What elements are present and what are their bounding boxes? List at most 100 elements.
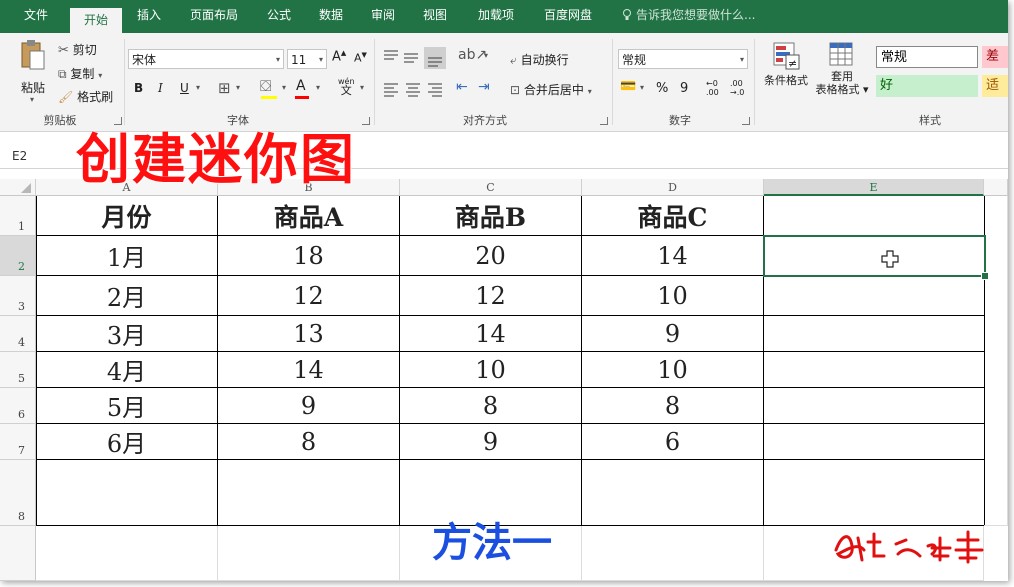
cell-a8[interactable]	[36, 460, 218, 526]
cell-b4[interactable]: 13	[218, 316, 400, 352]
cell-b9[interactable]	[218, 526, 400, 581]
phonetic-dropdown-icon[interactable]: ▾	[360, 83, 364, 92]
font-name-select[interactable]: 宋体 ▾	[128, 49, 284, 69]
tab-view[interactable]: 视图	[414, 0, 456, 33]
cell-a5[interactable]: 4月	[36, 352, 218, 388]
cell-b2[interactable]: 18	[218, 236, 400, 276]
cell-a3[interactable]: 2月	[36, 276, 218, 316]
cell-a1[interactable]: 月份	[36, 196, 218, 236]
tab-data[interactable]: 数据	[310, 0, 352, 33]
cell-c6[interactable]: 8	[400, 388, 582, 424]
column-header-d[interactable]: D	[582, 179, 764, 196]
comma-style-button[interactable]: 9	[680, 81, 688, 96]
number-launcher[interactable]	[742, 117, 750, 125]
cut-button[interactable]: ✂ 剪切	[58, 41, 97, 58]
fill-dropdown-icon[interactable]: ▾	[282, 83, 286, 92]
cell-c5[interactable]: 10	[400, 352, 582, 388]
cell-e5[interactable]	[764, 352, 985, 388]
row-header-6[interactable]: 6	[0, 388, 36, 424]
active-cell-selection[interactable]	[763, 235, 986, 277]
copy-button[interactable]: ⧉ 复制 ▾	[58, 65, 102, 82]
format-as-table-button[interactable]: 套用 表格格式 ▾	[812, 41, 872, 105]
column-header-c[interactable]: C	[400, 179, 582, 196]
cell-d6[interactable]: 8	[582, 388, 764, 424]
style-bad[interactable]: 差	[982, 46, 1008, 68]
font-launcher[interactable]	[362, 117, 370, 125]
borders-icon[interactable]: ⊞	[218, 79, 231, 97]
underline-button[interactable]: U	[180, 81, 189, 95]
cell-b7[interactable]: 8	[218, 424, 400, 460]
cell-d3[interactable]: 10	[582, 276, 764, 316]
cell-d4[interactable]: 9	[582, 316, 764, 352]
tab-insert[interactable]: 插入	[128, 0, 170, 33]
cell-c3[interactable]: 12	[400, 276, 582, 316]
cell-b8[interactable]	[218, 460, 400, 526]
fill-handle[interactable]	[981, 272, 989, 280]
cell-d9[interactable]	[582, 526, 764, 581]
column-header-next[interactable]	[984, 179, 1008, 196]
format-painter-button[interactable]: 🖌 格式刷	[58, 88, 113, 105]
tab-review[interactable]: 审阅	[362, 0, 404, 33]
increase-decimal-icon[interactable]: ←0.00	[706, 79, 719, 97]
accounting-dropdown-icon[interactable]: ▾	[640, 83, 644, 92]
orientation-dropdown-icon[interactable]: ▾	[484, 51, 488, 60]
percent-button[interactable]: %	[656, 81, 668, 96]
font-size-select[interactable]: 11 ▾	[287, 49, 327, 69]
font-color-icon[interactable]: A	[296, 78, 306, 94]
tab-baidu-netdisk[interactable]: 百度网盘	[536, 0, 600, 33]
cell-d2[interactable]: 14	[582, 236, 764, 276]
cell-d1[interactable]: 商品C	[582, 196, 764, 236]
font-color-dropdown-icon[interactable]: ▾	[316, 83, 320, 92]
accounting-format-icon[interactable]: 💳	[620, 79, 636, 94]
cell-a7[interactable]: 6月	[36, 424, 218, 460]
row-header-9[interactable]	[0, 526, 36, 581]
increase-indent-icon[interactable]: ⇥	[478, 79, 490, 95]
cell-a6[interactable]: 5月	[36, 388, 218, 424]
phonetic-button[interactable]: wén 文	[338, 77, 355, 96]
decrease-indent-icon[interactable]: ⇤	[456, 79, 468, 95]
cell-d5[interactable]: 10	[582, 352, 764, 388]
fill-color-icon[interactable]: ⛋	[260, 77, 271, 95]
borders-dropdown-icon[interactable]: ▾	[236, 83, 240, 92]
merge-center-button[interactable]: ⊡ 合并后居中 ▾	[510, 81, 592, 98]
cell-e4[interactable]	[764, 316, 985, 352]
row-header-7[interactable]: 7	[0, 424, 36, 460]
cell-c2[interactable]: 20	[400, 236, 582, 276]
cell-f-column[interactable]	[984, 196, 1008, 526]
tab-addins[interactable]: 加载项	[470, 0, 522, 33]
alignment-launcher[interactable]	[600, 117, 608, 125]
cell-e1[interactable]	[764, 196, 985, 236]
row-header-4[interactable]: 4	[0, 316, 36, 352]
orientation-icon[interactable]: ab↗	[458, 47, 487, 63]
cell-a9[interactable]	[36, 526, 218, 581]
cell-e7[interactable]	[764, 424, 985, 460]
row-header-8[interactable]: 8	[0, 460, 36, 526]
row-header-3[interactable]: 3	[0, 276, 36, 316]
style-neutral[interactable]: 适	[982, 75, 1008, 97]
vertical-align-icons[interactable]	[382, 47, 446, 69]
tab-home[interactable]: 开始	[70, 8, 122, 33]
horizontal-align-icons[interactable]	[384, 81, 448, 99]
style-normal[interactable]: 常规	[876, 46, 978, 68]
row-header-1[interactable]: 1	[0, 196, 36, 236]
number-format-select[interactable]: 常规 ▾	[618, 49, 748, 69]
cell-c1[interactable]: 商品B	[400, 196, 582, 236]
cell-c7[interactable]: 9	[400, 424, 582, 460]
style-good[interactable]: 好	[876, 75, 978, 97]
paste-button[interactable]: 粘贴 ▾	[14, 39, 54, 104]
cell-b1[interactable]: 商品A	[218, 196, 400, 236]
cell-d8[interactable]	[582, 460, 764, 526]
cell-e8[interactable]	[764, 460, 985, 526]
cell-e6[interactable]	[764, 388, 985, 424]
shrink-font-button[interactable]: A▼	[354, 51, 367, 65]
wrap-text-button[interactable]: ⤶ 自动换行	[510, 51, 569, 68]
bold-button[interactable]: B	[134, 81, 143, 95]
cell-b5[interactable]: 14	[218, 352, 400, 388]
cell-b6[interactable]: 9	[218, 388, 400, 424]
grow-font-button[interactable]: A▲	[332, 49, 346, 64]
row-header-5[interactable]: 5	[0, 352, 36, 388]
cell-b3[interactable]: 12	[218, 276, 400, 316]
cell-d7[interactable]: 6	[582, 424, 764, 460]
italic-button[interactable]: I	[158, 81, 163, 95]
cell-e3[interactable]	[764, 276, 985, 316]
